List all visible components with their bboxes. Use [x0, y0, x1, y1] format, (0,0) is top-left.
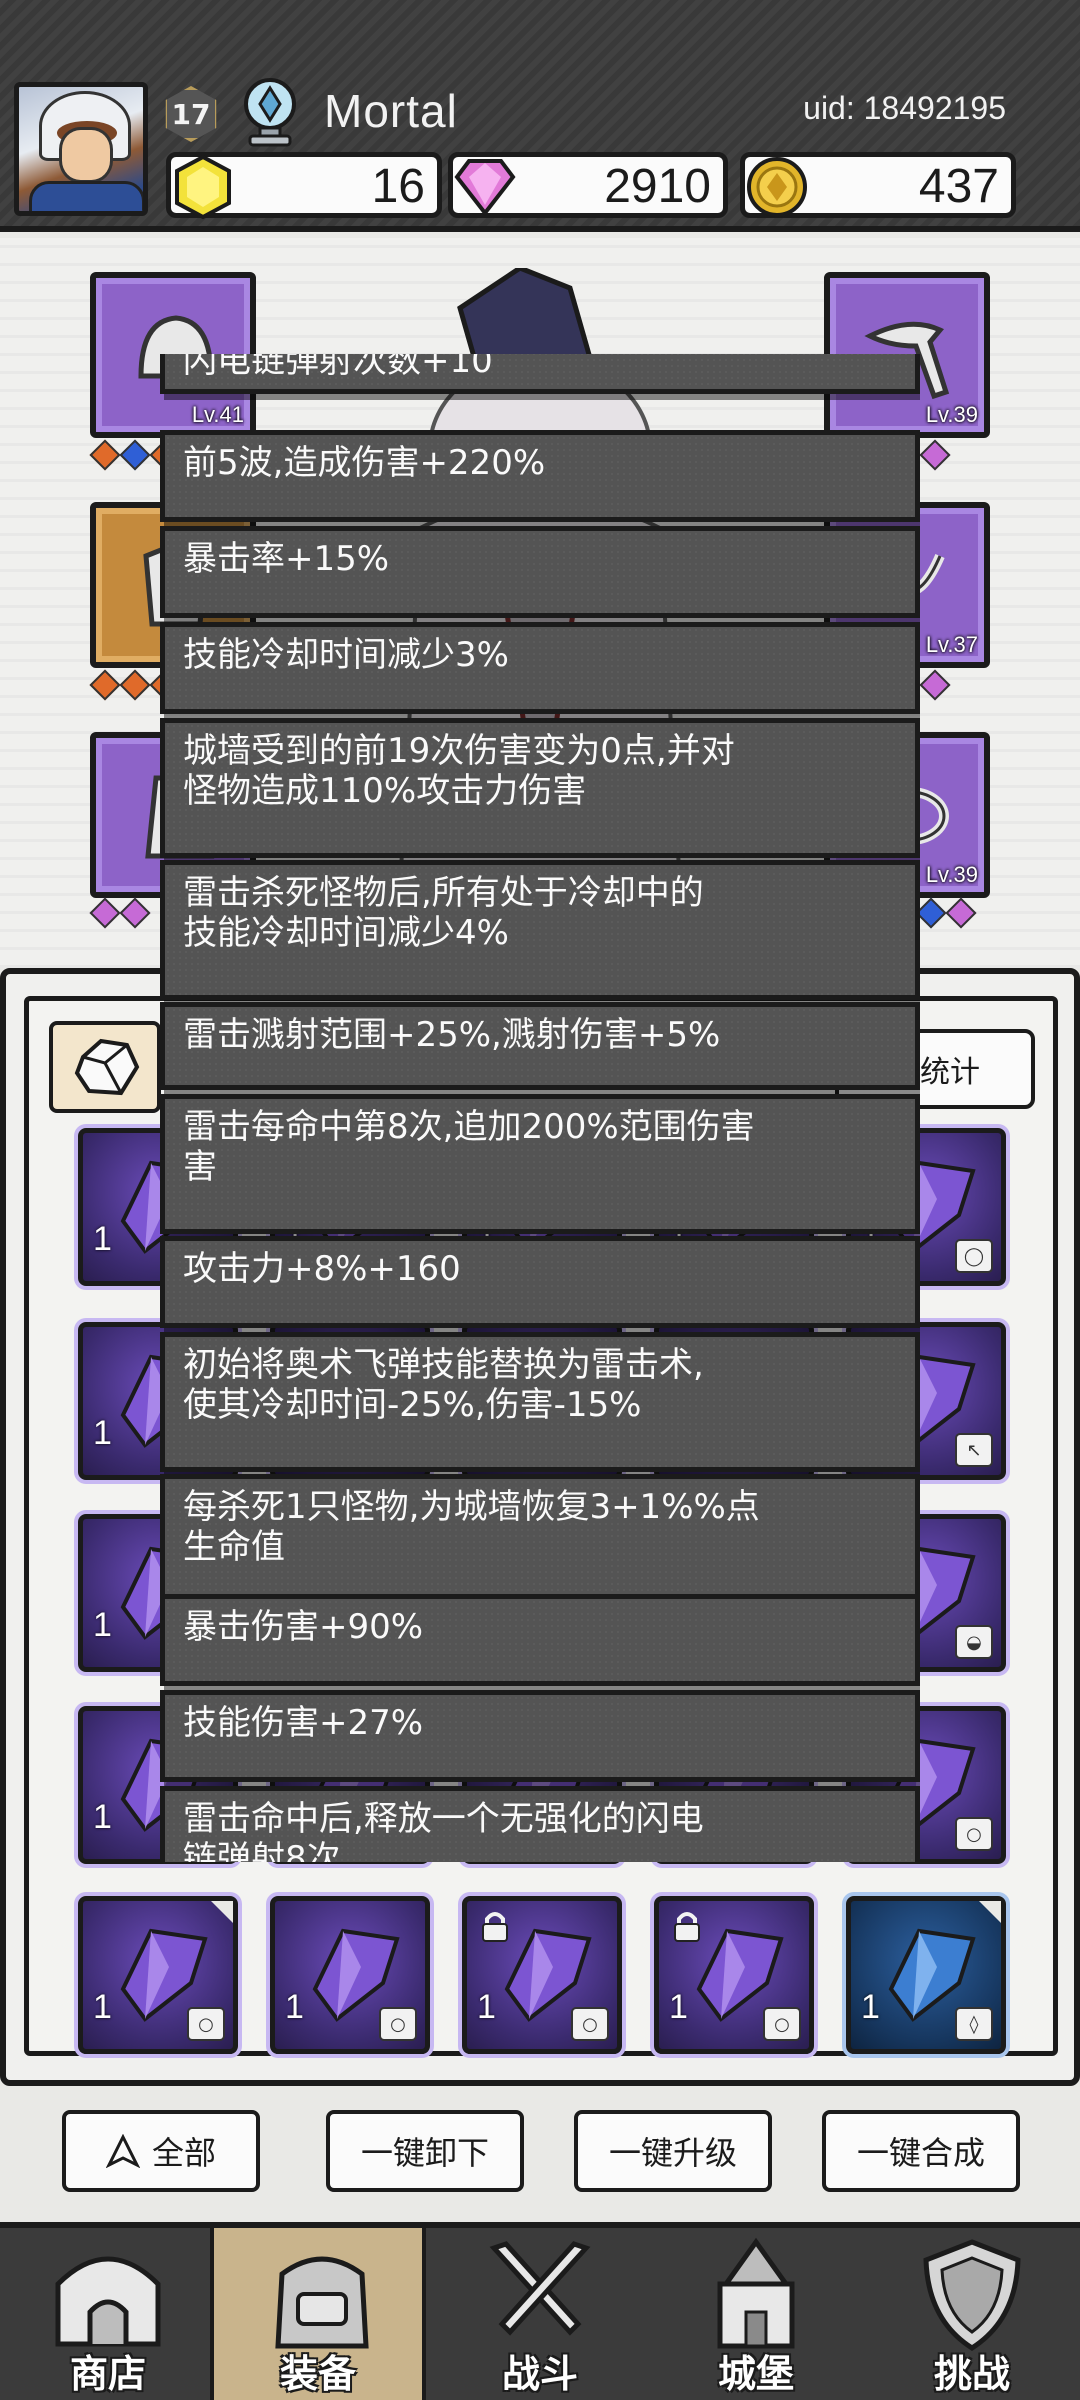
- unequip-all-button[interactable]: 一键卸下: [326, 2110, 524, 2192]
- up-arrow-icon: [105, 2134, 140, 2168]
- crossed-swords-icon: [489, 2241, 591, 2336]
- amulet-type-icon: ○: [379, 2007, 417, 2041]
- tooltip-skill-line: 初始将奥术飞弹技能替换为雷击术, 使其冷却时间-25%,伤害-15%: [160, 1332, 920, 1472]
- bottom-nav: 商店 装备 战斗 城堡 挑战: [0, 2222, 1080, 2400]
- nav-equipment[interactable]: 装备: [210, 2228, 426, 2400]
- nav-battle[interactable]: 战斗: [432, 2228, 648, 2400]
- tooltip-skill-line: 暴击伤害+90%: [160, 1594, 920, 1686]
- pink-diamond-icon: [454, 159, 516, 217]
- tooltip-skill-line: 闪电链弹射次数+10: [160, 354, 920, 394]
- amulet-type-icon: ○: [571, 2007, 609, 2041]
- shield-icon: [923, 2239, 1021, 2351]
- castle-icon: [717, 2237, 795, 2349]
- tooltip-skill-line: 前5波,造成伤害+220%: [160, 430, 920, 522]
- skill-tooltip[interactable]: 闪电链弹射次数+10 前5波,造成伤害+220% 暴击率+15% 技能冷却时间减少3%…: [160, 354, 920, 1862]
- crystal-slot[interactable]: 1 ◊: [846, 1896, 1006, 2054]
- nav-equipment-label: 装备: [279, 2352, 356, 2396]
- tooltip-skill-line: 雷击每命中第8次,追加200%范围伤害 害: [160, 1094, 920, 1234]
- slot-type-icon: ◯: [955, 1239, 993, 1273]
- player-name: Mortal: [324, 85, 458, 137]
- gem-outline-icon: [74, 1038, 140, 1096]
- slot-type-icon: ↖: [955, 1433, 993, 1467]
- tooltip-skill-line: 技能冷却时间减少3%: [160, 622, 920, 714]
- slot-level: Lv.39: [925, 862, 978, 887]
- crystal-quantity: 1: [477, 1988, 496, 2026]
- crystal-quantity: 1: [861, 1988, 880, 2026]
- crystal-quantity: 1: [93, 1220, 112, 1258]
- nav-challenge-label: 挑战: [933, 2352, 1010, 2396]
- trophy-icon[interactable]: [234, 74, 306, 148]
- upgrade-all-button[interactable]: 一键升级: [574, 2110, 772, 2192]
- crystal-quantity: 1: [93, 1606, 112, 1644]
- merge-all-button[interactable]: 一键合成: [822, 2110, 1020, 2192]
- crystal-quantity: 1: [93, 1414, 112, 1452]
- crystal-slot[interactable]: 1 ○: [78, 1896, 238, 2054]
- crystal-slot[interactable]: 1 ○: [462, 1896, 622, 2054]
- player-level-badge: 17: [165, 86, 217, 142]
- tooltip-skill-line: 雷击杀死怪物后,所有处于冷却中的 技能冷却时间减少4%: [160, 860, 920, 1000]
- drop-type-icon: ◊: [955, 2007, 993, 2041]
- tooltip-skill-line: 城墙受到的前19次伤害变为0点,并对 怪物造成110%攻击力伤害: [160, 718, 920, 858]
- diamond-counter[interactable]: 2910: [448, 152, 728, 218]
- filter-all-label: 全部: [151, 2134, 216, 2172]
- gem-sockets: [915, 897, 977, 929]
- top-bar: 17 Mortal uid: 18492195 16 2910 437: [0, 0, 1080, 232]
- diamond-value: 2910: [604, 160, 711, 213]
- crystal-quantity: 1: [93, 1988, 112, 2026]
- player-uid: uid: 18492195: [803, 90, 1006, 126]
- gold-coin-value: 437: [918, 160, 999, 213]
- crystal-quantity: 1: [669, 1988, 688, 2026]
- filter-all-button[interactable]: 全部: [62, 2110, 260, 2192]
- slot-type-icon: ○: [955, 1817, 993, 1851]
- amulet-type-icon: ○: [763, 2007, 801, 2041]
- player-avatar[interactable]: [14, 82, 148, 216]
- nav-challenge[interactable]: 挑战: [864, 2228, 1080, 2400]
- tooltip-skill-line: 暴击率+15%: [160, 526, 920, 618]
- slot-level: Lv.37: [925, 632, 978, 657]
- tooltip-skill-line: 攻击力+8%+160: [160, 1236, 920, 1328]
- gem-filter-button[interactable]: [49, 1021, 161, 1113]
- nav-shop[interactable]: 商店: [0, 2228, 216, 2400]
- yellow-gem-icon: [175, 154, 231, 220]
- tooltip-skill-line: 雷击命中后,释放一个无强化的闪电 链弹射8次: [160, 1786, 920, 1862]
- crystal-quantity: 1: [285, 1988, 304, 2026]
- nav-castle[interactable]: 城堡: [648, 2228, 864, 2400]
- tooltip-skill-line: 雷击溅射范围+25%,溅射伤害+5%: [160, 1002, 920, 1090]
- crystal-slot[interactable]: 1 ○: [270, 1896, 430, 2054]
- gold-coin-icon: [747, 157, 807, 217]
- yellow-gem-value: 16: [371, 160, 425, 213]
- nav-battle-label: 战斗: [501, 2352, 578, 2396]
- tooltip-skill-line: 每杀死1只怪物,为城墙恢复3+1%%点 生命值: [160, 1474, 920, 1614]
- gold-coin-counter[interactable]: 437: [740, 152, 1016, 218]
- crystal-slot[interactable]: 1 ○: [654, 1896, 814, 2054]
- slot-type-icon: ◒: [955, 1625, 993, 1659]
- amulet-type-icon: ○: [187, 2007, 225, 2041]
- nav-shop-label: 商店: [69, 2352, 146, 2396]
- yellow-gem-counter[interactable]: 16: [166, 152, 442, 220]
- tooltip-skill-line: 技能伤害+27%: [160, 1690, 920, 1782]
- shop-icon: [55, 2256, 161, 2347]
- backpack-icon: [275, 2256, 369, 2349]
- crystal-quantity: 1: [93, 1798, 112, 1836]
- nav-castle-label: 城堡: [717, 2352, 794, 2396]
- gem-sockets: [89, 897, 151, 929]
- slot-level: Lv.39: [925, 402, 978, 427]
